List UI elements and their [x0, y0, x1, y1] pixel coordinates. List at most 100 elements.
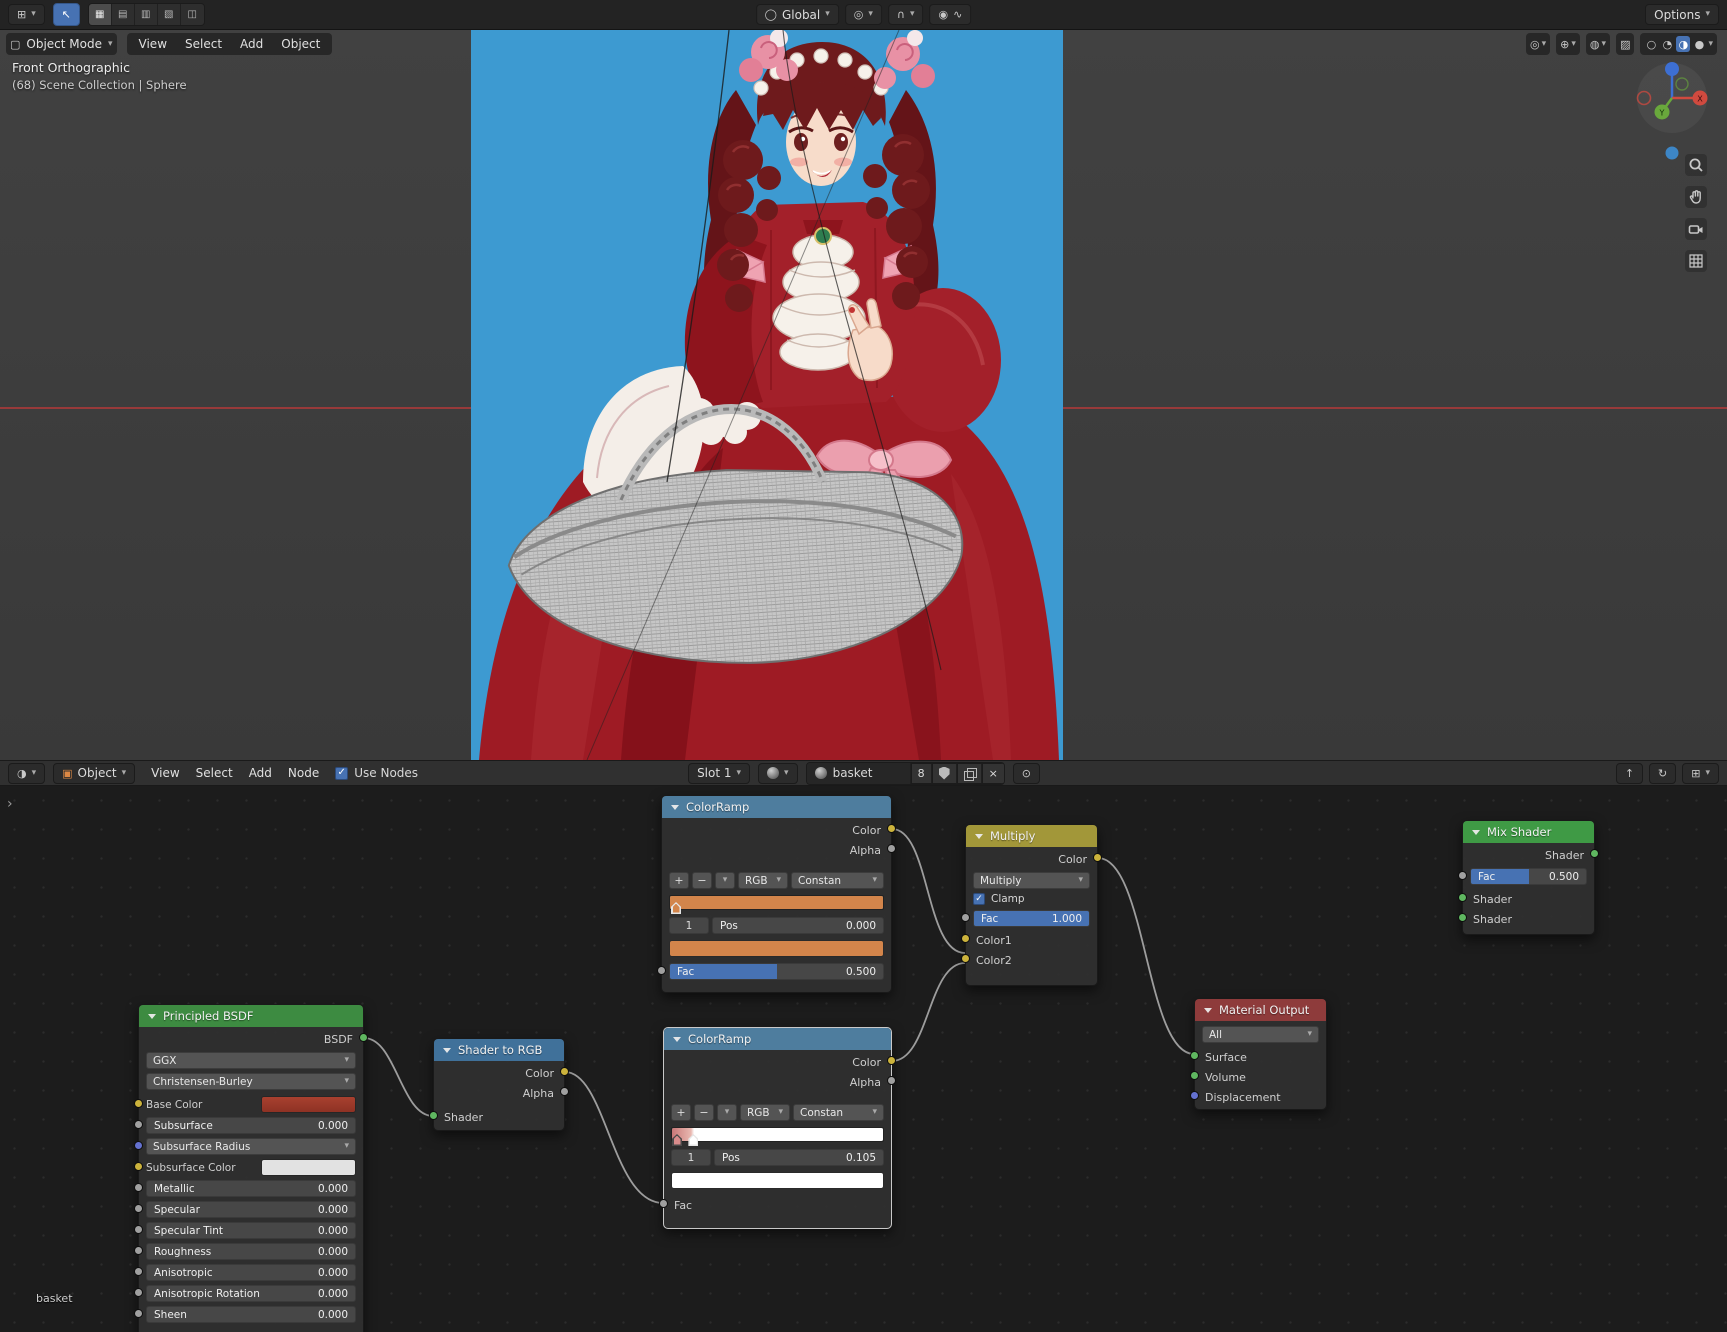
menu-object[interactable]: Object	[273, 37, 328, 51]
unlink-material-button[interactable]: ×	[982, 763, 1004, 784]
node-header[interactable]: Mix Shader	[1463, 821, 1594, 843]
subsurface-slider[interactable]: Subsurface0.000	[146, 1117, 356, 1134]
metallic-slider[interactable]: Metallic0.000	[146, 1180, 356, 1197]
clamp-checkbox[interactable]: ✓	[973, 893, 985, 905]
socket-displacement-input[interactable]	[1190, 1091, 1199, 1100]
subsurface-color-swatch[interactable]	[261, 1159, 356, 1176]
xray-toggle[interactable]: ▨	[1616, 33, 1634, 55]
menu-view[interactable]: View	[143, 766, 187, 780]
color-mode-dropdown[interactable]: RGB▾	[738, 872, 788, 889]
distribution-dropdown[interactable]: GGX▾	[146, 1052, 356, 1069]
node-header[interactable]: Multiply	[966, 825, 1097, 847]
pan-tool-button[interactable]	[1685, 186, 1707, 208]
zoom-tool-button[interactable]	[1685, 154, 1707, 176]
remove-stop-button[interactable]: −	[692, 872, 712, 889]
ramp-options-button[interactable]: ▾	[717, 1104, 737, 1121]
shading-wireframe-button[interactable]: ○	[1644, 36, 1658, 52]
socket-color-output[interactable]	[887, 1056, 896, 1065]
proportional-editing-toggle[interactable]: ◉ ∿	[930, 4, 972, 25]
node-header[interactable]: Principled BSDF	[139, 1005, 363, 1027]
refresh-button[interactable]: ↻	[1649, 763, 1676, 784]
browse-material-dropdown[interactable]: ▾	[758, 763, 798, 784]
socket-subsurface-input[interactable]	[134, 1120, 143, 1129]
mode-dropdown[interactable]: ▢ Object Mode ▾	[6, 33, 117, 55]
viewport-3d[interactable]: ▢ Object Mode ▾ View Select Add Object ◎…	[0, 30, 1727, 760]
stop-index-field[interactable]: 1	[671, 1149, 711, 1166]
node-multiply[interactable]: Multiply Color Multiply▾ ✓ Clamp	[965, 824, 1098, 986]
node-colorramp-1[interactable]: ColorRamp Color Alpha + − ▾ RGB▾	[661, 795, 892, 993]
subsurface-radius-dropdown[interactable]: Subsurface Radius▾	[146, 1138, 356, 1155]
menu-node[interactable]: Node	[280, 766, 327, 780]
socket-subsurface-radius-input[interactable]	[134, 1141, 143, 1150]
socket-color1-input[interactable]	[961, 934, 970, 943]
gradient-bar[interactable]	[669, 895, 884, 910]
gizmos-dropdown[interactable]: ⊕ ▾	[1556, 33, 1580, 55]
node-shader-to-rgb[interactable]: Shader to RGB Color Alpha Shader	[433, 1038, 565, 1131]
shading-solid-button[interactable]: ◔	[1660, 36, 1674, 52]
subsurface-method-dropdown[interactable]: Christensen-Burley▾	[146, 1073, 356, 1090]
overlays-dropdown[interactable]: ◍ ▾	[1586, 33, 1610, 55]
stop-position-slider[interactable]: Pos0.000	[712, 917, 884, 934]
gradient-bar[interactable]	[671, 1127, 884, 1142]
socket-specular-input[interactable]	[134, 1204, 143, 1213]
socket-anisotropic-rotation-input[interactable]	[134, 1288, 143, 1297]
socket-volume-input[interactable]	[1190, 1071, 1199, 1080]
material-users-button[interactable]: 8	[911, 763, 932, 784]
fac-slider[interactable]: Fac0.500	[669, 963, 884, 980]
socket-base-color-input[interactable]	[134, 1099, 143, 1108]
navigation-gizmo[interactable]: X Y	[1633, 58, 1711, 165]
node-mix-shader[interactable]: Mix Shader Shader Fac0.500 Shader	[1462, 820, 1595, 935]
color-mode-dropdown[interactable]: RGB▾	[740, 1104, 790, 1121]
socket-alpha-output[interactable]	[560, 1087, 569, 1096]
add-stop-button[interactable]: +	[669, 872, 689, 889]
editor-options-dropdown[interactable]: ⊞ ▾	[1682, 763, 1719, 784]
ramp-options-button[interactable]: ▾	[715, 872, 735, 889]
socket-roughness-input[interactable]	[134, 1246, 143, 1255]
node-principled-bsdf[interactable]: Principled BSDF BSDF GGX▾ Christensen-Bu…	[138, 1004, 364, 1332]
fake-user-button[interactable]	[932, 763, 957, 784]
node-header[interactable]: ColorRamp	[664, 1028, 891, 1050]
fac-slider[interactable]: Fac0.500	[1470, 868, 1587, 885]
collapse-icon[interactable]	[1204, 1008, 1212, 1013]
anisotropic-slider[interactable]: Anisotropic0.000	[146, 1264, 356, 1281]
collapse-icon[interactable]	[1472, 830, 1480, 835]
collapse-icon[interactable]	[443, 1048, 451, 1053]
menu-select[interactable]: Select	[188, 766, 241, 780]
clamp-toggle[interactable]: ✓ Clamp	[973, 893, 1090, 905]
new-material-button[interactable]	[957, 763, 982, 784]
socket-fac-input[interactable]	[961, 913, 970, 922]
socket-anisotropic-input[interactable]	[134, 1267, 143, 1276]
menu-add[interactable]: Add	[241, 766, 280, 780]
interpolation-dropdown[interactable]: Constan▾	[791, 872, 884, 889]
editor-type-selector[interactable]: ⊞ ▾	[8, 4, 45, 25]
socket-color-output[interactable]	[1093, 853, 1102, 862]
select-mode-5-button[interactable]: ◫	[181, 4, 204, 25]
node-header[interactable]: Material Output	[1195, 999, 1326, 1021]
camera-view-button[interactable]	[1685, 218, 1707, 240]
socket-color-output[interactable]	[560, 1067, 569, 1076]
collapse-icon[interactable]	[148, 1014, 156, 1019]
use-nodes-toggle[interactable]: ✓ Use Nodes	[335, 766, 418, 780]
fac-slider[interactable]: Fac1.000	[973, 910, 1090, 927]
shading-rendered-button[interactable]: ●	[1692, 36, 1706, 52]
shader-editor-type-selector[interactable]: ◑ ▾	[8, 763, 45, 784]
socket-fac-input[interactable]	[1458, 871, 1467, 880]
anisotropic-rotation-slider[interactable]: Anisotropic Rotation0.000	[146, 1285, 356, 1302]
pivot-point-dropdown[interactable]: ◎ ▾	[845, 4, 882, 25]
select-mode-4-button[interactable]: ▧	[158, 4, 181, 25]
socket-shader-output[interactable]	[1590, 849, 1599, 858]
socket-alpha-output[interactable]	[887, 1076, 896, 1085]
collapse-icon[interactable]	[673, 1037, 681, 1042]
interpolation-dropdown[interactable]: Constan▾	[793, 1104, 884, 1121]
node-header[interactable]: Shader to RGB	[434, 1039, 564, 1061]
ramp-stop-marker-selected[interactable]	[688, 1134, 698, 1146]
socket-color-output[interactable]	[887, 824, 896, 833]
socket-sheen-input[interactable]	[134, 1309, 143, 1318]
stop-position-slider[interactable]: Pos0.105	[714, 1149, 884, 1166]
panel-expand-arrow[interactable]: ›	[7, 796, 13, 812]
select-mode-2-button[interactable]: ▤	[112, 4, 135, 25]
blend-mode-dropdown[interactable]: Multiply▾	[973, 872, 1090, 889]
select-box-tool-button[interactable]: ↖	[53, 3, 80, 26]
base-color-swatch[interactable]	[261, 1096, 356, 1113]
menu-view[interactable]: View	[131, 37, 175, 51]
